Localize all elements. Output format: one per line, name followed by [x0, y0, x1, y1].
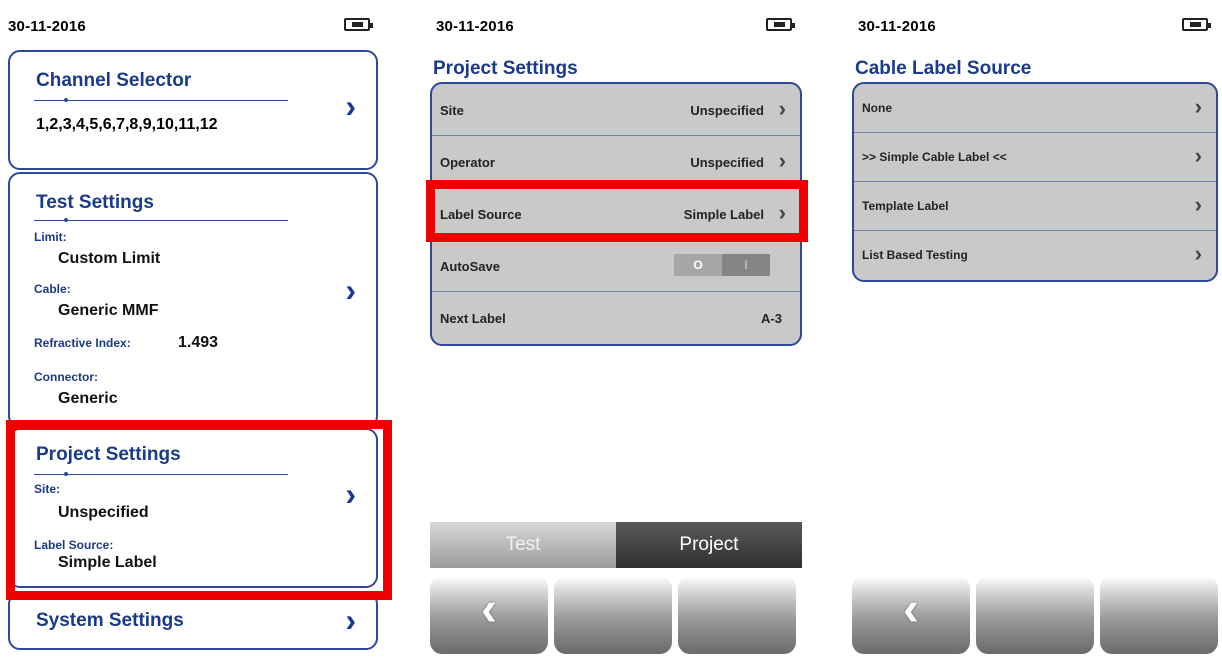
chevron-right-icon: ›	[345, 602, 356, 638]
row-label: Next Label	[440, 311, 506, 326]
channel-selector-title: Channel Selector	[36, 70, 192, 91]
chevron-right-icon: ›	[778, 96, 786, 121]
row-label: Operator	[440, 155, 495, 170]
project-settings-card[interactable]: Project Settings Site: Unspecified Label…	[8, 428, 378, 588]
limit-value: Custom Limit	[58, 250, 161, 267]
back-button[interactable]: ‹	[852, 576, 970, 654]
system-settings-title: System Settings	[36, 610, 184, 631]
battery-icon	[766, 18, 795, 31]
row-label: List Based Testing	[862, 248, 968, 262]
softkey-2[interactable]	[554, 576, 672, 654]
softkey-bar: ‹	[430, 576, 802, 654]
list-item-operator[interactable]: Operator Unspecified ›	[432, 136, 800, 188]
chevron-right-icon: ›	[1194, 143, 1202, 168]
toggle-off-label: O	[674, 254, 722, 276]
tab-project[interactable]: Project	[616, 522, 802, 568]
status-bar: 30-11-2016	[852, 8, 1220, 38]
date-display: 30-11-2016	[436, 18, 514, 35]
chevron-right-icon: ›	[345, 272, 356, 308]
cable-label-source-screen: 30-11-2016 Cable Label Source None › >> …	[852, 8, 1220, 654]
row-value: Unspecified	[690, 155, 764, 170]
site-label: Site:	[34, 482, 61, 496]
list-item-site[interactable]: Site Unspecified ›	[432, 84, 800, 136]
system-settings-card[interactable]: System Settings ›	[8, 592, 378, 650]
chevron-left-icon: ‹	[903, 583, 919, 636]
channel-list-value: 1,2,3,4,5,6,7,8,9,10,11,12	[36, 116, 218, 133]
list-item-list-based-testing[interactable]: List Based Testing ›	[854, 231, 1216, 280]
chevron-left-icon: ‹	[481, 583, 497, 636]
autosave-toggle[interactable]: O I	[674, 254, 770, 276]
back-button[interactable]: ‹	[430, 576, 548, 654]
refractive-index-label: Refractive Index:	[34, 336, 131, 350]
refractive-index-value: 1.493	[178, 334, 219, 351]
row-label: None	[862, 101, 892, 115]
connector-value: Generic	[58, 390, 118, 407]
softkey-bar: ‹	[852, 576, 1218, 654]
chevron-right-icon: ›	[345, 476, 356, 512]
test-settings-title: Test Settings	[36, 192, 154, 213]
softkey-3[interactable]	[678, 576, 796, 654]
chevron-right-icon: ›	[778, 148, 786, 173]
project-settings-title: Project Settings	[36, 444, 181, 465]
row-label: Template Label	[862, 199, 949, 213]
softkey-3[interactable]	[1100, 576, 1218, 654]
row-label: AutoSave	[440, 259, 500, 274]
label-source-value: Simple Label	[58, 554, 157, 571]
row-label: >> Simple Cable Label <<	[862, 150, 1007, 164]
list-item-autosave: AutoSave O I	[432, 240, 800, 292]
page-title: Cable Label Source	[855, 58, 1032, 79]
tab-test[interactable]: Test	[430, 522, 616, 568]
site-value: Unspecified	[58, 504, 149, 521]
toggle-on-label: I	[722, 254, 770, 276]
tab-bar: Test Project	[430, 522, 802, 568]
status-bar: 30-11-2016	[430, 8, 804, 38]
row-value: Simple Label	[683, 207, 764, 222]
page-title: Project Settings	[433, 58, 578, 79]
channel-selector-card[interactable]: Channel Selector 1,2,3,4,5,6,7,8,9,10,11…	[8, 50, 378, 170]
project-settings-screen: 30-11-2016 Project Settings Site Unspeci…	[426, 8, 808, 654]
cable-value: Generic MMF	[58, 302, 159, 319]
divider	[34, 218, 288, 222]
chevron-right-icon: ›	[345, 88, 356, 124]
chevron-right-icon: ›	[1194, 94, 1202, 119]
chevron-right-icon: ›	[1194, 241, 1202, 266]
battery-icon	[344, 18, 373, 31]
test-settings-card[interactable]: Test Settings Limit: Custom Limit Cable:…	[8, 172, 378, 428]
cable-label-source-list: None › >> Simple Cable Label << › Templa…	[852, 82, 1218, 282]
cable-label: Cable:	[34, 282, 71, 296]
date-display: 30-11-2016	[858, 18, 936, 35]
settings-overview-screen: 30-11-2016 Channel Selector 1,2,3,4,5,6,…	[2, 8, 392, 653]
status-bar: 30-11-2016	[2, 8, 382, 38]
connector-label: Connector:	[34, 370, 98, 384]
project-settings-list: Site Unspecified › Operator Unspecified …	[430, 82, 802, 346]
label-source-label: Label Source:	[34, 538, 114, 552]
divider	[34, 98, 288, 102]
battery-icon	[1182, 18, 1211, 31]
row-label: Site	[440, 103, 464, 118]
list-item-next-label[interactable]: Next Label A-3	[432, 292, 800, 344]
list-item-simple-cable-label[interactable]: >> Simple Cable Label << ›	[854, 133, 1216, 182]
limit-label: Limit:	[34, 230, 67, 244]
list-item-none[interactable]: None ›	[854, 84, 1216, 133]
row-value: A-3	[761, 311, 782, 326]
row-label: Label Source	[440, 207, 522, 222]
row-value: Unspecified	[690, 103, 764, 118]
softkey-2[interactable]	[976, 576, 1094, 654]
divider	[34, 472, 288, 476]
date-display: 30-11-2016	[8, 18, 86, 35]
list-item-label-source[interactable]: Label Source Simple Label ›	[432, 188, 800, 240]
chevron-right-icon: ›	[1194, 192, 1202, 217]
chevron-right-icon: ›	[778, 200, 786, 225]
list-item-template-label[interactable]: Template Label ›	[854, 182, 1216, 231]
